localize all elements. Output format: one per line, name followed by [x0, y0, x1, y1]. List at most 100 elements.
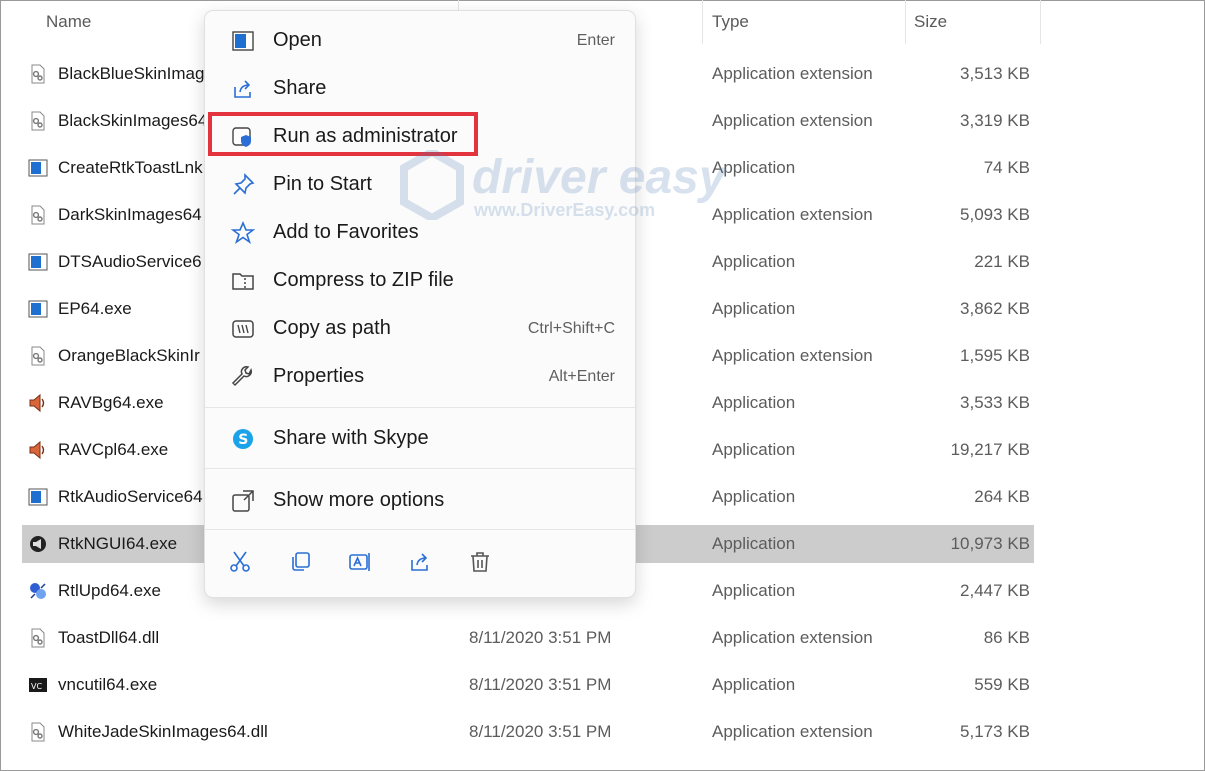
column-divider[interactable]: [1040, 0, 1041, 44]
menu-item-label: Pin to Start: [273, 173, 372, 195]
file-date: 8/11/2020 3:51 PM: [469, 722, 612, 741]
file-name: OrangeBlackSkinIr: [58, 346, 200, 365]
copy-icon: [292, 552, 310, 571]
file-name: RAVCpl64.exe: [58, 440, 169, 459]
file-name: RtlUpd64.exe: [58, 581, 162, 600]
exe-window-icon: [28, 253, 48, 271]
file-date: 8/11/2020 3:51 PM: [469, 628, 612, 647]
file-name: RAVBg64.exe: [58, 393, 164, 412]
menu-item-properties[interactable]: Properties Alt+Enter: [209, 353, 631, 399]
vnc-icon: VC: [29, 678, 47, 692]
menu-item-share-with-skype[interactable]: S Share with Skype: [209, 415, 631, 461]
open-window-icon: [232, 31, 254, 51]
exe-window-icon: [28, 300, 48, 318]
column-header-name[interactable]: Name: [46, 12, 91, 32]
menu-item-compress-to-zip[interactable]: Compress to ZIP file: [209, 257, 631, 303]
share-button[interactable]: [403, 545, 437, 579]
column-divider[interactable]: [905, 0, 906, 44]
file-type: Application extension: [712, 722, 873, 741]
file-size: 3,862 KB: [960, 299, 1030, 318]
quick-action-toolbar: [205, 531, 635, 595]
menu-item-show-more-options[interactable]: Show more options: [209, 477, 631, 523]
rename-icon: [349, 553, 370, 571]
dll-icon: [31, 111, 45, 131]
copy-button[interactable]: [283, 545, 317, 579]
file-size: 3,533 KB: [960, 393, 1030, 412]
file-type: Application: [712, 299, 796, 318]
context-menu: Open Enter Share Run as administrator Pi…: [204, 10, 636, 598]
file-name: WhiteJadeSkinImages64.dll: [58, 722, 268, 741]
file-size: 264 KB: [974, 487, 1030, 506]
menu-item-label: Share with Skype: [273, 427, 429, 449]
file-row[interactable]: VC vncutil64.exe 8/11/2020 3:51 PM Appli…: [22, 666, 1034, 704]
file-size: 19,217 KB: [950, 440, 1030, 459]
file-name: DarkSkinImages64: [58, 205, 202, 224]
delete-button[interactable]: [463, 545, 497, 579]
file-type: Application extension: [712, 628, 873, 647]
file-row[interactable]: WhiteJadeSkinImages64.dll 8/11/2020 3:51…: [22, 713, 1034, 751]
menu-separator: [205, 407, 635, 408]
menu-item-label: Add to Favorites: [273, 221, 419, 243]
file-size: 1,595 KB: [960, 346, 1030, 365]
file-size: 74 KB: [983, 158, 1030, 177]
file-size: 221 KB: [974, 252, 1030, 271]
column-header-type[interactable]: Type: [712, 12, 749, 32]
watermark-url: www.DriverEasy.com: [474, 200, 656, 220]
file-name: CreateRtkToastLnk: [58, 158, 203, 177]
cut-button[interactable]: [223, 545, 257, 579]
file-type: Application extension: [712, 64, 873, 83]
menu-separator: [205, 468, 635, 469]
menu-item-label: Compress to ZIP file: [273, 269, 454, 291]
realtek-speaker-icon: [30, 536, 46, 552]
file-date: 8/11/2020 3:51 PM: [469, 675, 612, 694]
svg-text:S: S: [238, 432, 248, 448]
file-name: RtkNGUI64.exe: [58, 534, 178, 553]
zip-folder-icon: [232, 273, 254, 290]
exe-window-icon: [28, 159, 48, 177]
column-header-size[interactable]: Size: [914, 12, 947, 32]
wrench-icon: [231, 366, 252, 387]
file-row[interactable]: ToastDll64.dll 8/11/2020 3:51 PM Applica…: [22, 619, 1034, 657]
updater-icon: [30, 583, 46, 599]
share-icon: [234, 80, 251, 98]
menu-item-label: Copy as path: [273, 317, 391, 339]
file-size: 3,319 KB: [960, 111, 1030, 130]
file-type: Application: [712, 440, 796, 459]
file-size: 2,447 KB: [960, 581, 1030, 600]
file-type: Application extension: [712, 346, 873, 365]
driver-easy-logo-icon: [400, 147, 464, 223]
file-type: Application: [712, 393, 796, 412]
file-size: 3,513 KB: [960, 64, 1030, 83]
column-divider[interactable]: [702, 0, 703, 44]
file-name: ToastDll64.dll: [58, 628, 160, 647]
file-type: Application extension: [712, 205, 873, 224]
file-size: 5,093 KB: [960, 205, 1030, 224]
file-size: 10,973 KB: [950, 534, 1030, 553]
rename-button[interactable]: [343, 545, 377, 579]
skype-icon: S: [233, 429, 253, 449]
dll-icon: [31, 722, 45, 742]
more-options-icon: [232, 490, 254, 512]
file-name: RtkAudioService64: [58, 487, 203, 506]
watermark-title: driver easy: [472, 151, 726, 204]
menu-item-share[interactable]: Share: [209, 65, 631, 111]
file-type: Application: [712, 487, 796, 506]
dll-icon: [31, 64, 45, 84]
file-type: Application: [712, 675, 796, 694]
file-size: 86 KB: [983, 628, 1030, 647]
file-size: 5,173 KB: [960, 722, 1030, 741]
file-name: vncutil64.exe: [58, 675, 158, 694]
dll-icon: [31, 628, 45, 648]
menu-item-label: Show more options: [273, 489, 445, 511]
speaker-icon: [29, 393, 45, 413]
svg-text:VC: VC: [31, 682, 42, 691]
menu-item-label: Properties: [273, 365, 365, 387]
menu-item-copy-as-path[interactable]: Copy as path Ctrl+Shift+C: [209, 305, 631, 351]
menu-item-label: Open: [273, 29, 322, 51]
menu-item-shortcut: Enter: [576, 32, 615, 49]
menu-item-open[interactable]: Open Enter: [209, 17, 631, 63]
dll-icon: [31, 205, 45, 225]
pin-icon: [233, 173, 255, 195]
speaker-icon: [29, 440, 45, 460]
star-icon: [231, 221, 255, 245]
